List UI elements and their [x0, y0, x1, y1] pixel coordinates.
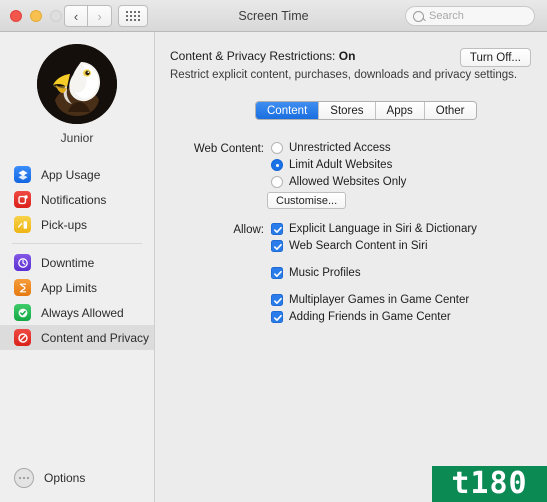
- always-allowed-icon: [14, 304, 31, 321]
- sidebar-item-notifications[interactable]: Notifications: [0, 187, 154, 212]
- radio-unrestricted-access[interactable]: [271, 142, 283, 154]
- content-privacy-icon: [14, 329, 31, 346]
- avatar: [37, 44, 117, 124]
- sidebar-item-label: Downtime: [41, 255, 95, 270]
- sidebar-item-downtime[interactable]: Downtime: [0, 250, 154, 275]
- sidebar-nav: App Usage Notifications Pick-ups Downtim…: [0, 162, 154, 350]
- eagle-avatar-icon: [37, 44, 117, 124]
- checkbox-label-explicit-language: Explicit Language in Siri & Dictionary: [289, 223, 477, 235]
- sidebar-item-label: Always Allowed: [41, 305, 124, 320]
- radio-label-limit-adult-websites: Limit Adult Websites: [289, 159, 393, 171]
- search-placeholder: Search: [429, 10, 464, 22]
- checkbox-label-multiplayer-games: Multiplayer Games in Game Center: [289, 294, 470, 306]
- checkbox-label-web-search-content: Web Search Content in Siri: [289, 240, 428, 252]
- web-content-label: Web Content:: [193, 143, 264, 155]
- sidebar-item-label: Notifications: [41, 192, 107, 207]
- app-limits-icon: [14, 279, 31, 296]
- sidebar-item-app-limits[interactable]: App Limits: [0, 275, 154, 300]
- checkbox-web-search-content[interactable]: [271, 240, 283, 252]
- radio-limit-adult-websites[interactable]: [271, 159, 283, 171]
- sidebar-divider: [12, 243, 142, 244]
- sidebar-item-label: Content and Privacy: [41, 330, 150, 345]
- checkbox-label-adding-friends: Adding Friends in Game Center: [289, 311, 451, 323]
- customise-button[interactable]: Customise...: [267, 192, 347, 209]
- sidebar-item-pick-ups[interactable]: Pick-ups: [0, 212, 154, 237]
- screen-time-window: ‹ › Screen Time Search Junior App Usage …: [0, 0, 547, 502]
- radio-allowed-websites-only[interactable]: [271, 176, 283, 188]
- category-tabs: Content Stores Apps Other: [255, 101, 477, 120]
- options-label: Options: [44, 471, 86, 485]
- user-name: Junior: [60, 131, 94, 145]
- checkbox-music-profiles[interactable]: [271, 267, 283, 279]
- tab-content[interactable]: Content: [256, 102, 320, 119]
- checkbox-explicit-language[interactable]: [271, 223, 283, 235]
- restrictions-state: On: [338, 49, 356, 63]
- turn-off-button[interactable]: Turn Off...: [459, 48, 531, 67]
- tab-apps[interactable]: Apps: [375, 102, 425, 119]
- sidebar: Junior App Usage Notifications Pick-ups: [0, 32, 155, 502]
- options-ellipsis-icon: [14, 468, 34, 488]
- notifications-icon: [14, 191, 31, 208]
- sidebar-item-label: App Limits: [41, 280, 98, 295]
- restrictions-header: Content & Privacy Restrictions: On: [170, 49, 355, 63]
- pickups-icon: [14, 216, 31, 233]
- restrictions-header-prefix: Content & Privacy Restrictions:: [170, 49, 339, 63]
- app-usage-icon: [14, 166, 31, 183]
- checkbox-multiplayer-games[interactable]: [271, 294, 283, 306]
- watermark-logo: t180: [432, 466, 547, 502]
- sidebar-item-content-and-privacy[interactable]: Content and Privacy: [0, 325, 154, 350]
- checkbox-adding-friends[interactable]: [271, 311, 283, 323]
- tab-other[interactable]: Other: [424, 102, 476, 119]
- sidebar-item-app-usage[interactable]: App Usage: [0, 162, 154, 187]
- tab-stores[interactable]: Stores: [319, 102, 376, 119]
- downtime-icon: [14, 254, 31, 271]
- radio-label-allowed-websites-only: Allowed Websites Only: [289, 176, 407, 188]
- restrictions-description: Restrict explicit content, purchases, do…: [170, 69, 518, 81]
- sidebar-item-label: Pick-ups: [41, 217, 88, 232]
- radio-label-unrestricted-access: Unrestricted Access: [289, 142, 391, 154]
- allow-label: Allow:: [233, 224, 264, 236]
- search-icon: [413, 10, 424, 22]
- sidebar-item-label: App Usage: [41, 167, 101, 182]
- user-profile: Junior: [0, 44, 154, 145]
- watermark-text: t180: [451, 466, 528, 501]
- sidebar-item-always-allowed[interactable]: Always Allowed: [0, 300, 154, 325]
- search-input[interactable]: Search: [405, 6, 535, 26]
- window-titlebar: ‹ › Screen Time Search: [0, 0, 547, 32]
- content-panel: Content & Privacy Restrictions: On Restr…: [156, 32, 547, 502]
- checkbox-label-music-profiles: Music Profiles: [289, 267, 361, 279]
- options-button[interactable]: Options: [0, 464, 154, 492]
